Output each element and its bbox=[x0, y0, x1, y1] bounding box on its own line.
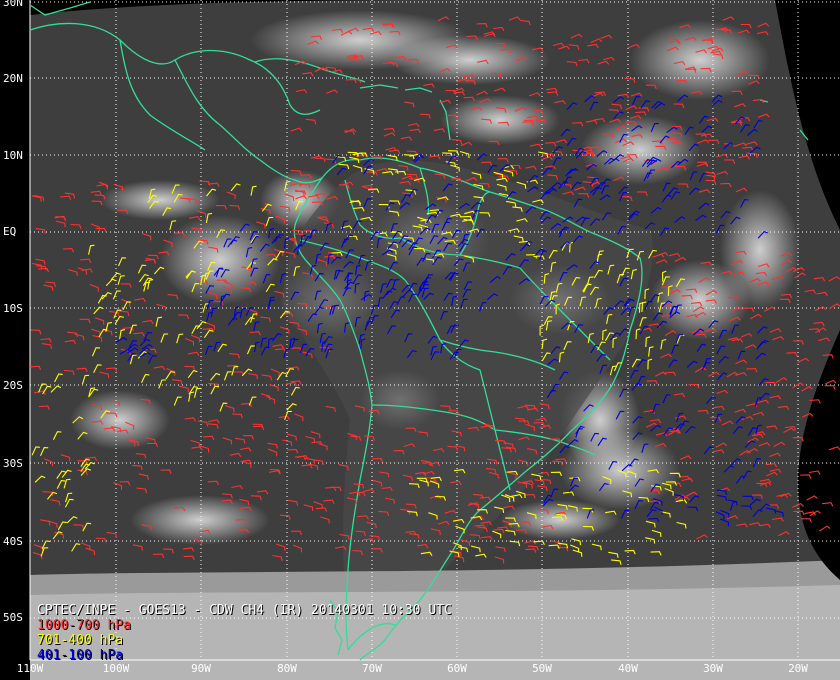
image-title: CPTEC/INPE - GOES13 - CDW CH4 (IR) 20140… bbox=[37, 603, 452, 618]
cloud-patch bbox=[580, 115, 700, 185]
legend-mid-level: 701-400 hPa bbox=[37, 633, 124, 648]
wind-barb bbox=[809, 470, 821, 475]
lat-label: 20S bbox=[3, 379, 23, 392]
lon-label: 110W bbox=[16, 662, 44, 675]
lat-label: 30N bbox=[3, 0, 23, 9]
lat-label: 10S bbox=[3, 302, 23, 315]
lon-label: 40W bbox=[618, 662, 638, 675]
cloud-patch bbox=[500, 500, 620, 540]
wind-barb bbox=[824, 385, 836, 390]
wind-barb bbox=[800, 474, 812, 479]
lon-label: 50W bbox=[532, 662, 552, 675]
lon-label: 100W bbox=[102, 662, 130, 675]
wind-barb bbox=[819, 525, 831, 532]
cloud-patch bbox=[160, 215, 280, 305]
lat-label: 20N bbox=[3, 72, 23, 85]
satellite-wind-map: 30N 20N 10N EQ 10S 20S 30S 40S 50S 110W … bbox=[0, 0, 840, 680]
wind-barb bbox=[806, 495, 818, 501]
lon-label: 60W bbox=[447, 662, 467, 675]
lat-label: 10N bbox=[3, 149, 23, 162]
lon-label: 20W bbox=[788, 662, 808, 675]
lat-label: 40S bbox=[3, 535, 23, 548]
lon-label: 70W bbox=[362, 662, 382, 675]
lat-label: EQ bbox=[3, 225, 17, 238]
lat-label: 50S bbox=[3, 611, 23, 624]
map-canvas bbox=[29, 0, 840, 680]
lat-label: 30S bbox=[3, 457, 23, 470]
wind-barb bbox=[822, 502, 834, 507]
lon-label: 80W bbox=[277, 662, 297, 675]
cloud-patch bbox=[720, 190, 800, 310]
legend-high-level: 401-100 hPa bbox=[37, 648, 124, 663]
cloud-patch bbox=[130, 495, 270, 545]
wind-barb bbox=[828, 446, 840, 451]
wind-barb bbox=[824, 379, 837, 385]
lon-label: 30W bbox=[703, 662, 723, 675]
legend-low-level: 1000-700 hPa bbox=[37, 618, 131, 633]
lon-label: 90W bbox=[191, 662, 211, 675]
caption: CPTEC/INPE - GOES13 - CDW CH4 (IR) 20140… bbox=[37, 603, 452, 663]
